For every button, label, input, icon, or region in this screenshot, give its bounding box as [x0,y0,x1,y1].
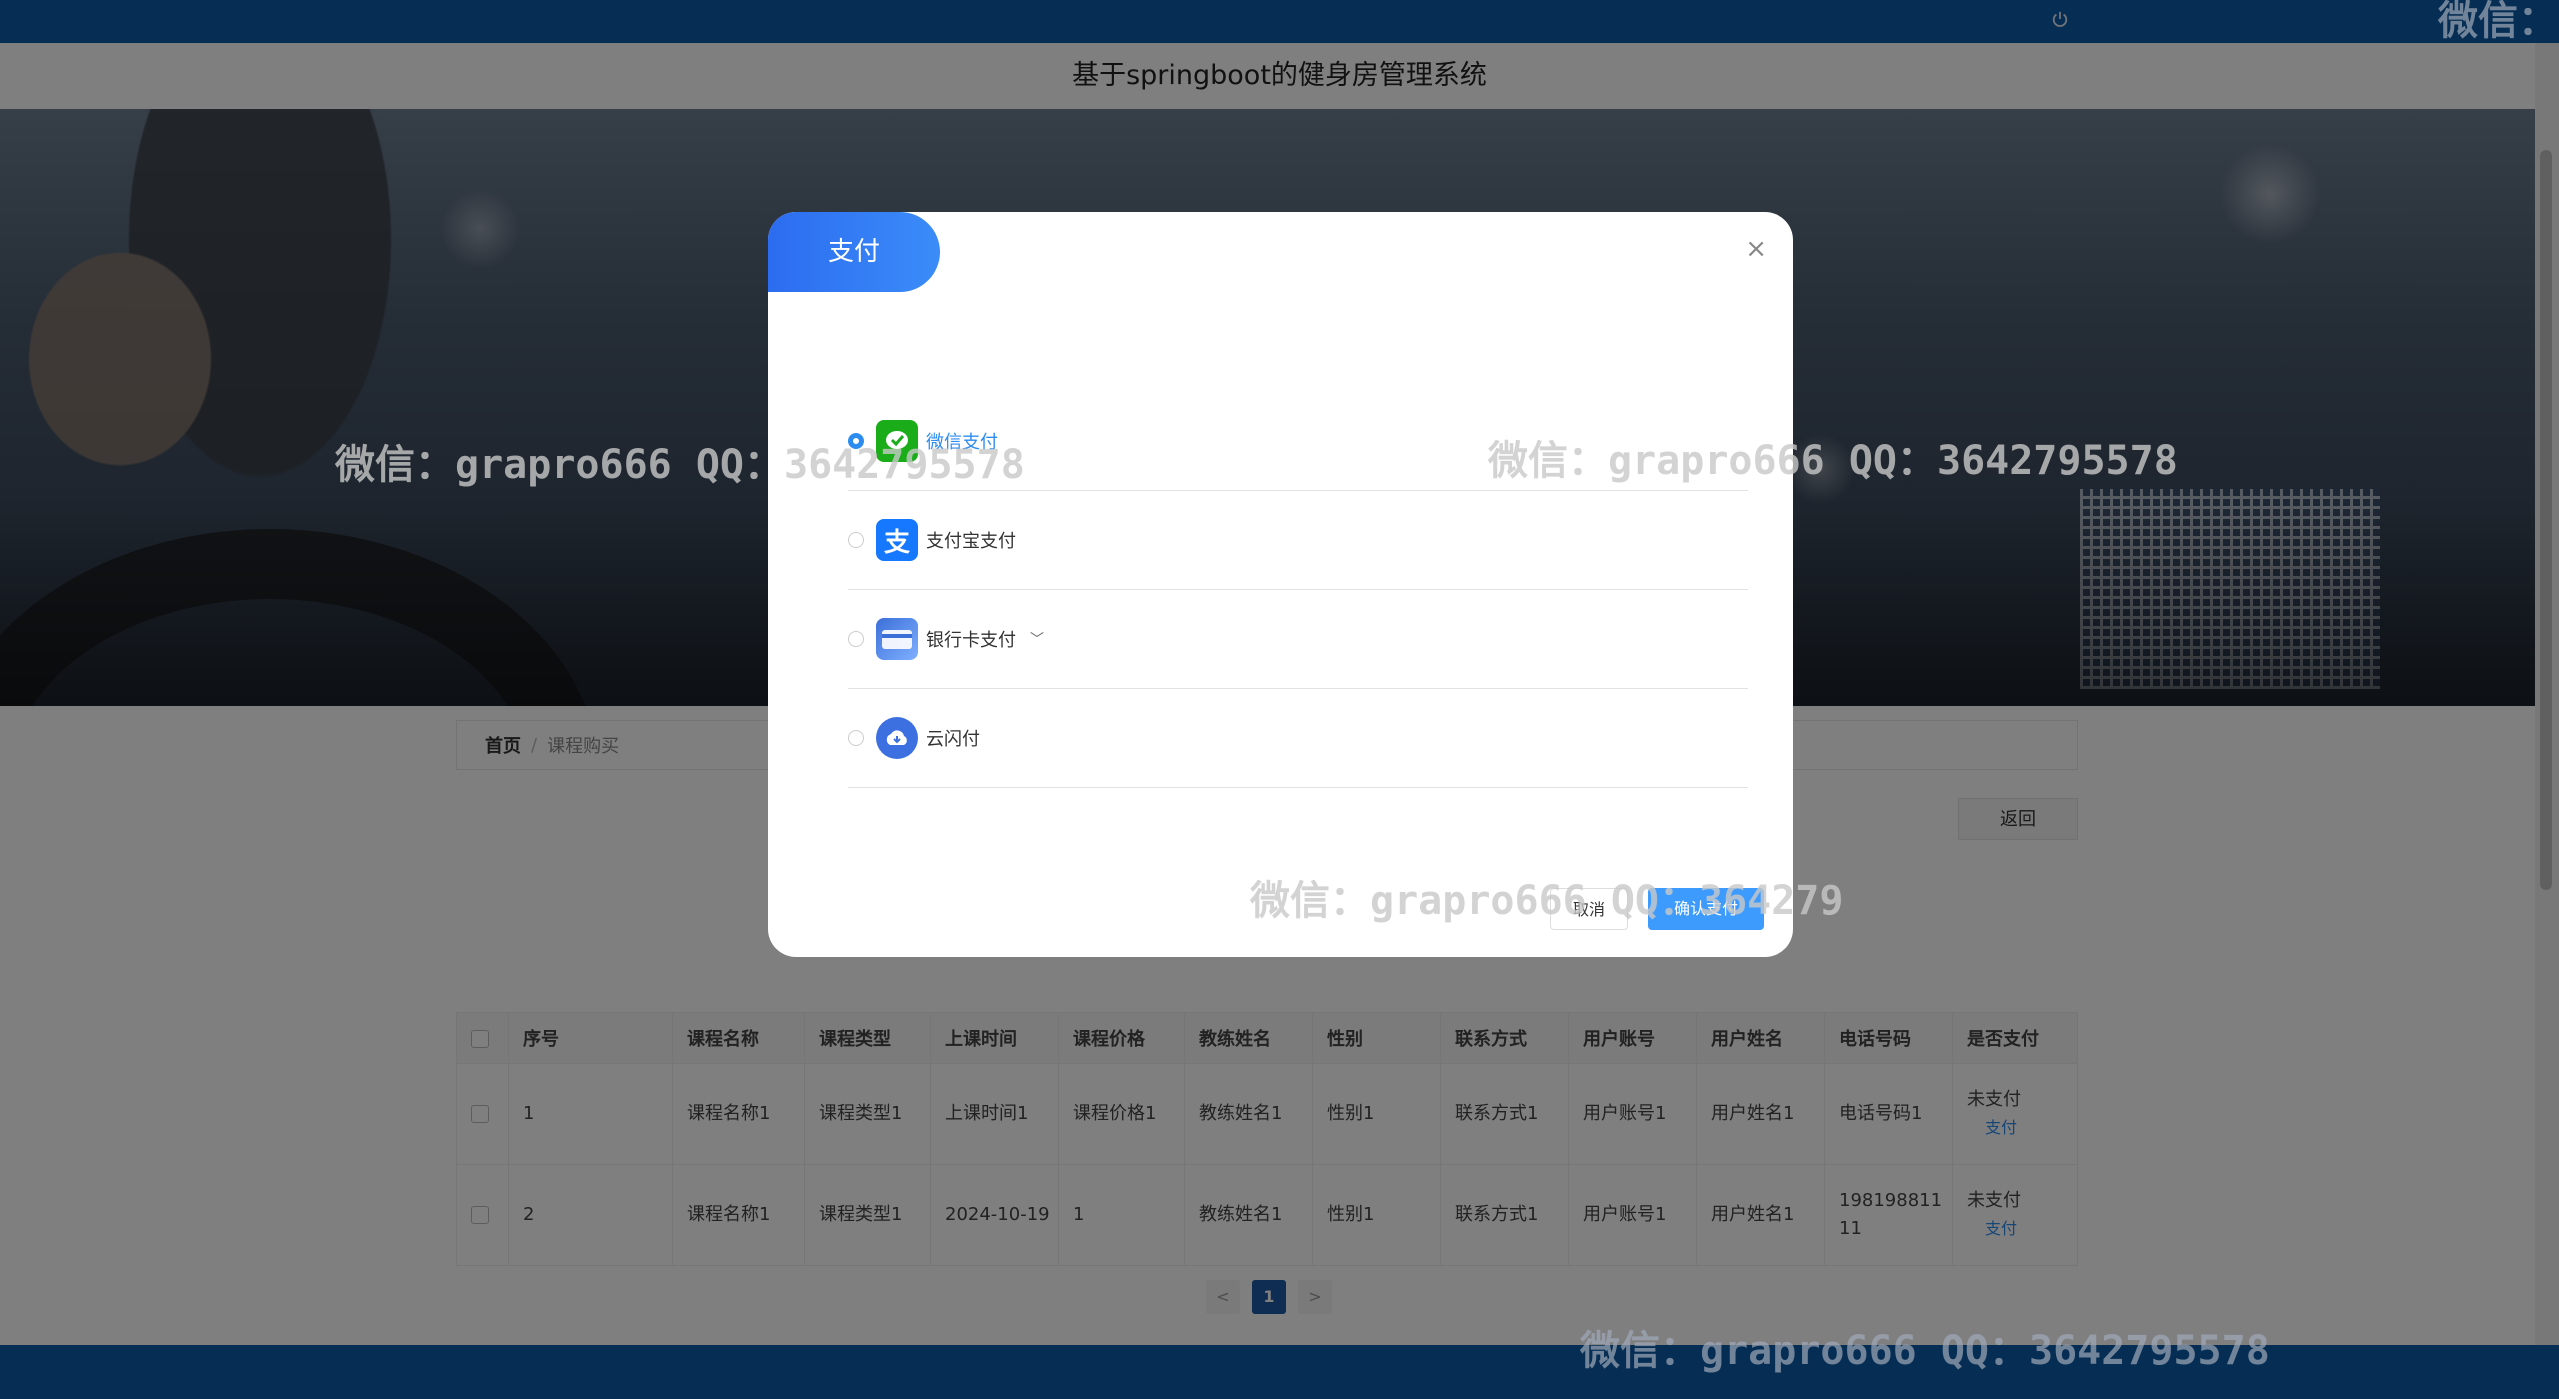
payment-option-alipay[interactable]: 支 支付宝支付 [848,491,1748,590]
cancel-button[interactable]: 取消 [1550,888,1628,930]
payment-option-label: 云闪付 [926,729,980,750]
unionpay-cloud-icon [876,717,918,759]
radio-cloud-quickpass[interactable] [848,730,864,746]
payment-option-cloud-quickpass[interactable]: 云闪付 [848,689,1748,788]
radio-alipay[interactable] [848,532,864,548]
confirm-payment-button[interactable]: 确认支付 [1648,888,1764,930]
payment-option-wechat[interactable]: 微信支付 [848,392,1748,491]
payment-options: 微信支付 支 支付宝支付 银行卡支付 ﹀ 云闪付 [848,392,1748,788]
wechat-pay-icon [876,420,918,462]
payment-option-label: 银行卡支付 [926,630,1016,651]
payment-option-label: 微信支付 [926,432,998,453]
radio-wechat[interactable] [848,433,864,449]
payment-option-bank-card[interactable]: 银行卡支付 ﹀ [848,590,1748,689]
payment-option-label: 支付宝支付 [926,531,1016,552]
radio-bank-card[interactable] [848,631,864,647]
payment-modal: 支付 × 微信支付 支 支付宝支付 银行卡支付 ﹀ 云闪付 取消 确认支付 [768,212,1793,957]
alipay-icon: 支 [876,519,918,561]
close-icon[interactable]: × [1745,234,1767,264]
chevron-down-icon[interactable]: ﹀ [1030,629,1044,649]
bank-card-icon [876,618,918,660]
modal-title: 支付 [768,212,940,292]
